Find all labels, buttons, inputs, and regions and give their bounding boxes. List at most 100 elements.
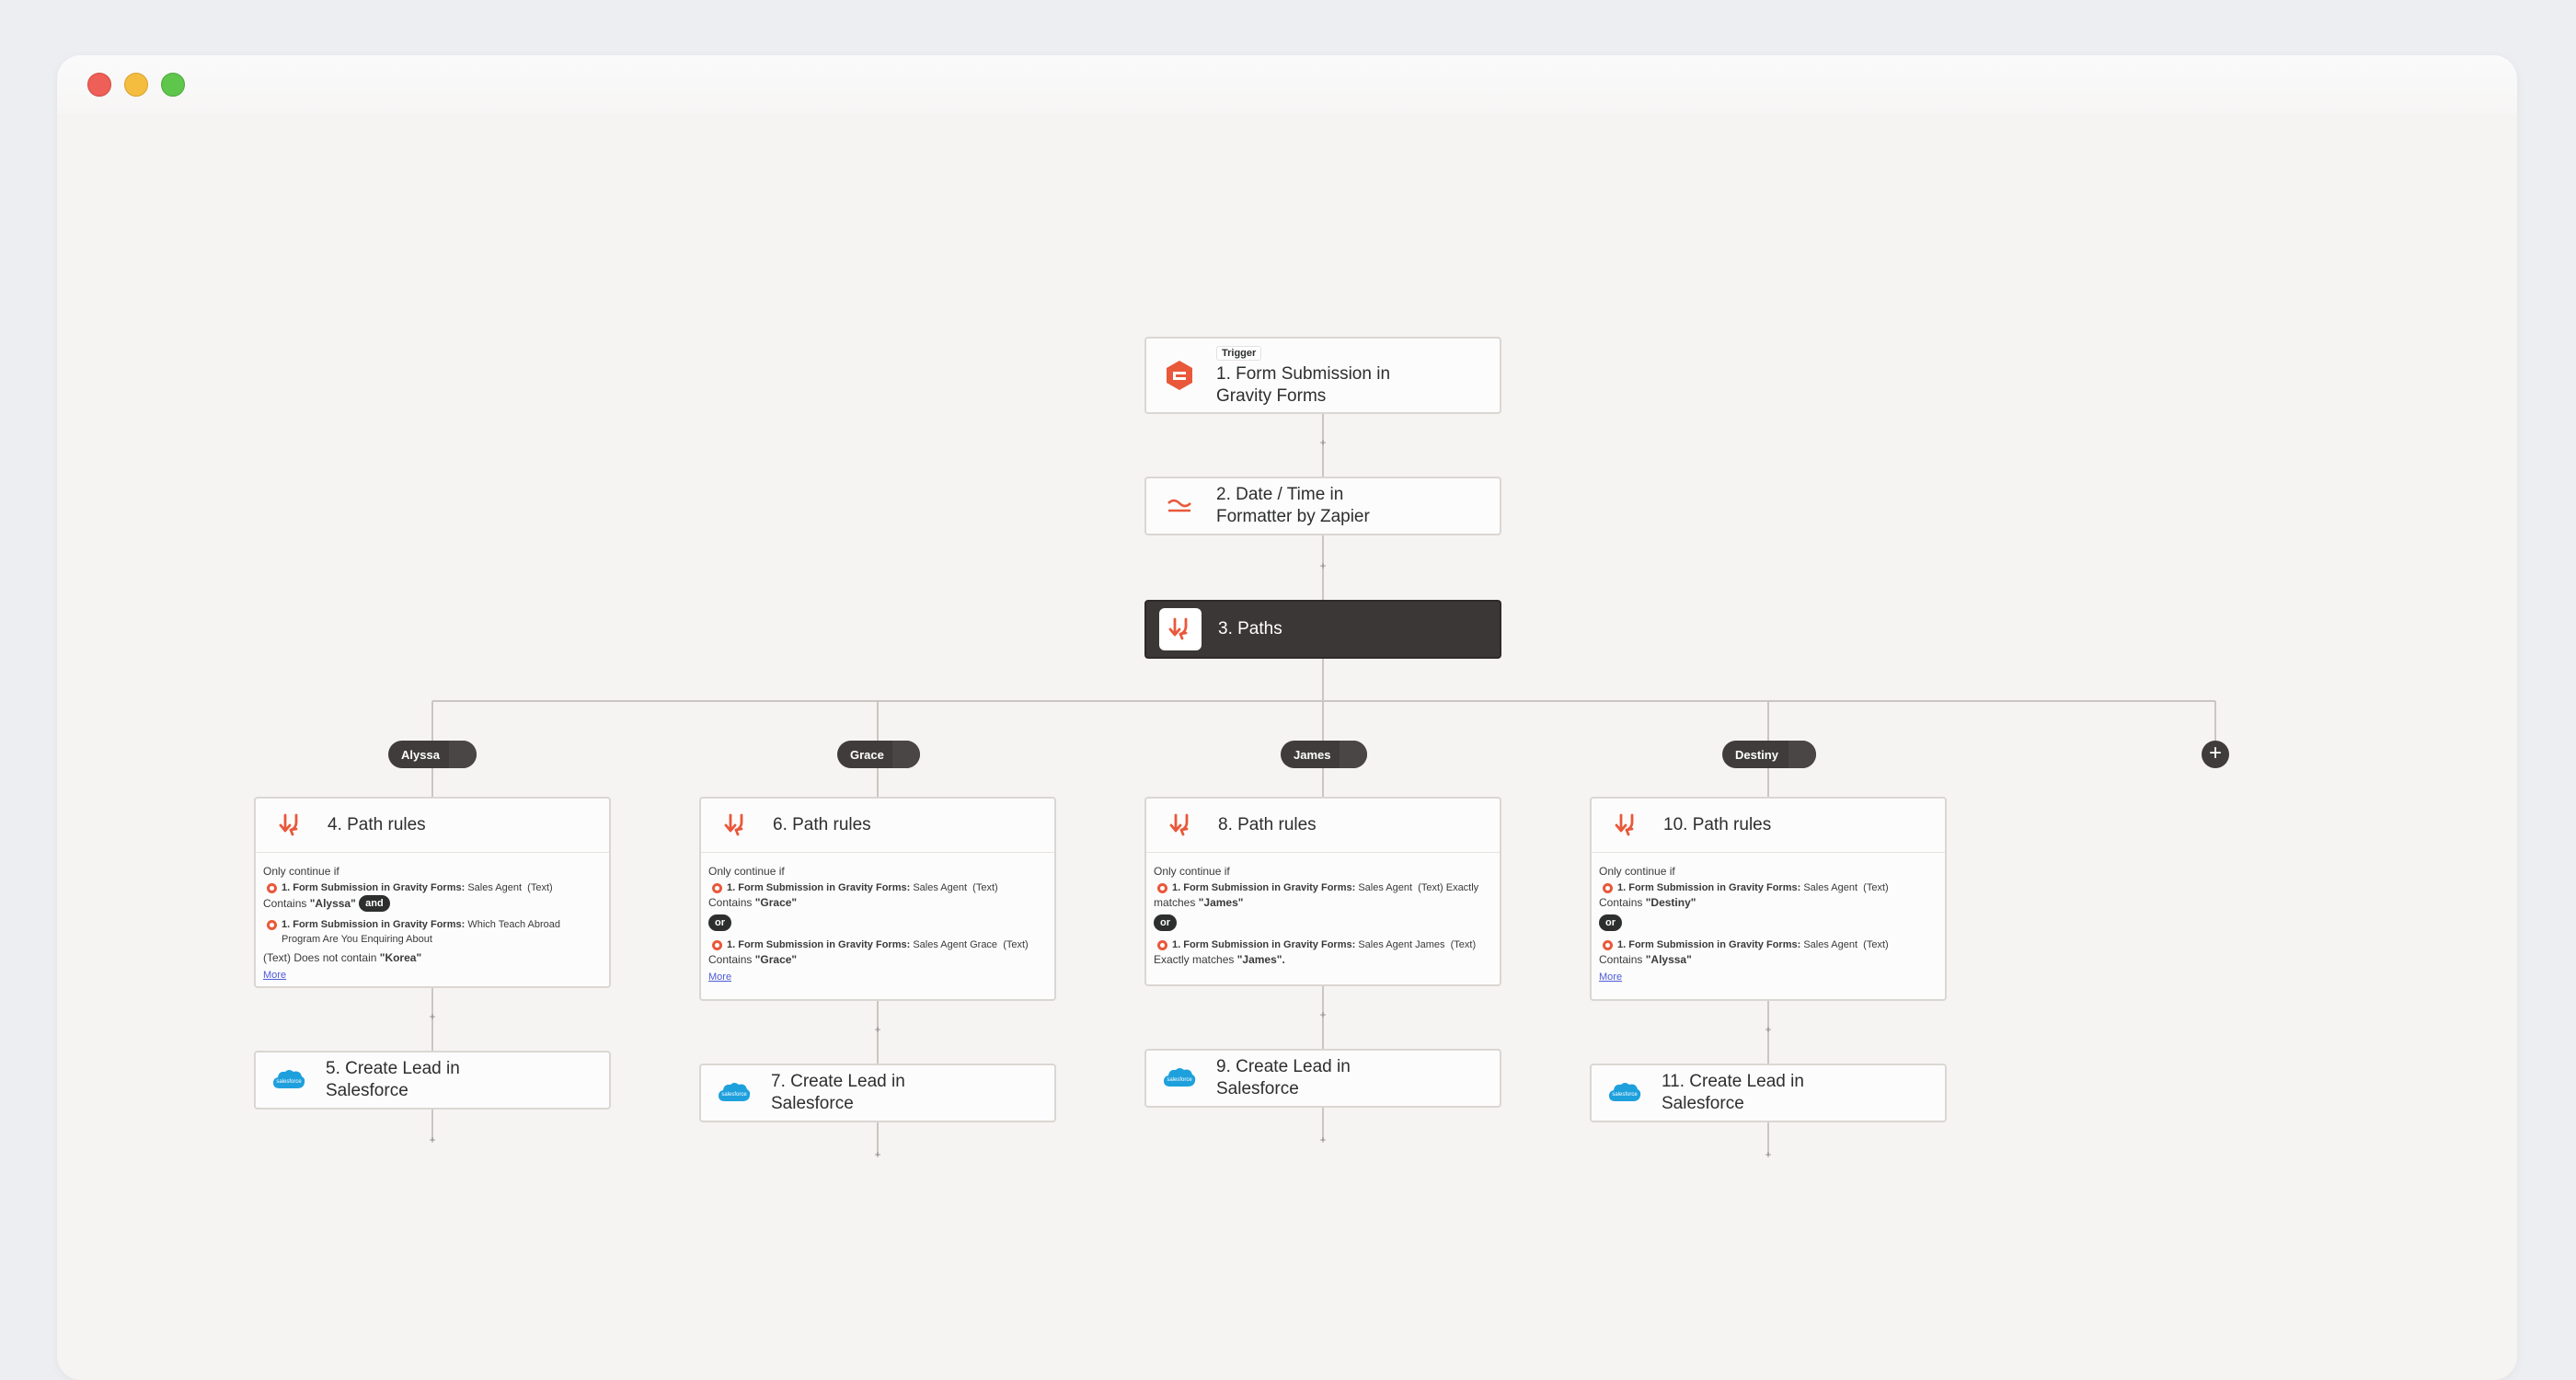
condition-field: Sales Agent James [1358,939,1445,950]
paths-icon [1159,608,1202,650]
step-title: Formatter by Zapier [1216,507,1370,526]
path-name: Grace [850,747,884,762]
add-step-button[interactable]: + [871,1148,884,1161]
condition-value: "Alyssa" [1645,953,1692,966]
step-title: Salesforce [1662,1094,1744,1113]
path-name: James [1294,747,1331,762]
salesforce-icon: salesforce [1159,1058,1200,1098]
add-step-button[interactable]: + [426,1010,439,1023]
step-title: 8. Path rules [1218,815,1317,834]
condition-operator: Contains [1599,896,1643,909]
condition-field: Sales Agent Grace [913,939,998,950]
condition-type: (Text) [1863,939,1889,950]
gravity-forms-icon [267,919,277,930]
and-operator: and [359,895,390,912]
path-name: Destiny [1735,747,1778,762]
condition-operator: Does not contain [293,951,377,964]
add-step-button[interactable]: + [1762,1148,1775,1161]
step-title: 11. Create Lead in [1662,1072,1804,1091]
salesforce-step[interactable]: salesforce 7. Create Lead in Salesforce [699,1064,1056,1122]
step-title: 5. Create Lead in [326,1059,460,1078]
condition-operator: Contains [708,953,753,966]
condition-source: 1. Form Submission in Gravity Forms: [727,882,911,893]
step-title: Salesforce [1216,1079,1299,1098]
path-rules-card[interactable]: 8. Path rules Only continue if 1. Form S… [1144,797,1501,986]
more-link[interactable]: More [263,968,602,983]
gravity-forms-icon [1603,882,1613,893]
step-title: 9. Create Lead in [1216,1057,1351,1076]
step-title: 3. Paths [1218,619,1282,638]
condition-operator: Contains [263,897,307,910]
salesforce-icon: salesforce [714,1073,754,1113]
condition-type: (Text) [1863,882,1889,893]
condition-field: Sales Agent [1803,882,1858,893]
salesforce-step[interactable]: salesforce 11. Create Lead in Salesforce [1590,1064,1947,1122]
path-rules-card[interactable]: 4. Path rules Only continue if 1. Form S… [254,797,611,988]
gravity-forms-icon [1603,939,1613,950]
connector-lines [431,412,2216,1156]
path-rules-card[interactable]: 6. Path rules Only continue if 1. Form S… [699,797,1056,1001]
step-title: 7. Create Lead in [771,1072,905,1091]
path-pill-james[interactable]: James [1281,741,1367,768]
step-title: 1. Form Submission in [1216,363,1391,384]
more-link[interactable]: More [708,970,1047,984]
condition-source: 1. Form Submission in Gravity Forms: [727,939,911,950]
paths-step[interactable]: 3. Paths [1144,600,1501,659]
condition-source: 1. Form Submission in Gravity Forms: [1617,882,1801,893]
path-pill-alyssa[interactable]: Alyssa [388,741,477,768]
condition-field: Sales Agent [1358,882,1413,893]
step-title: Gravity Forms [1216,385,1327,406]
gravity-forms-icon [1157,882,1167,893]
add-step-button[interactable]: + [1317,1133,1329,1146]
add-step-button[interactable]: + [1762,1023,1775,1036]
zap-canvas[interactable]: + + + + + + + + + + Trigger 1. Form Subm… [57,55,2517,1380]
condition-type: (Text) [1450,939,1477,950]
step-title: 6. Path rules [773,815,871,834]
condition-value: "Alyssa" [309,897,356,910]
add-step-button[interactable]: + [1317,1008,1329,1021]
svg-text:salesforce: salesforce [1612,1092,1638,1098]
path-pill-destiny[interactable]: Destiny [1722,741,1816,768]
only-continue-label: Only continue if [1599,865,1675,878]
app-window: + + + + + + + + + + Trigger 1. Form Subm… [57,55,2517,1380]
paths-icon [270,805,311,845]
more-link[interactable]: More [1599,970,1938,984]
trigger-badge: Trigger [1216,345,1262,361]
step-title: 2. Date / Time in [1216,485,1344,504]
only-continue-label: Only continue if [263,865,339,878]
add-step-button[interactable]: + [1317,436,1329,449]
only-continue-label: Only continue if [1154,865,1230,878]
salesforce-step[interactable]: salesforce 9. Create Lead in Salesforce [1144,1049,1501,1108]
svg-text:salesforce: salesforce [721,1092,747,1098]
step-title: Salesforce [326,1081,408,1100]
add-step-button[interactable]: + [426,1133,439,1146]
add-step-button[interactable]: + [1317,559,1329,572]
condition-field: Program Are You Enquiring About [282,934,432,945]
condition-operator: Exactly matches [1154,953,1235,966]
condition-field: Sales Agent [1803,939,1858,950]
condition-field: Sales Agent [467,882,523,893]
path-pill-grace[interactable]: Grace [837,741,920,768]
formatter-step[interactable]: 2. Date / Time in Formatter by Zapier [1144,477,1501,535]
gravity-forms-icon [1157,939,1167,950]
paths-icon [1606,805,1647,845]
step-title: 10. Path rules [1663,815,1772,834]
path-name: Alyssa [401,747,440,762]
path-rules-card[interactable]: 10. Path rules Only continue if 1. Form … [1590,797,1947,1001]
add-path-button[interactable]: + [2202,741,2229,768]
add-step-button[interactable]: + [871,1023,884,1036]
paths-icon [716,805,756,845]
condition-value: "Grace" [754,953,798,966]
gravity-forms-icon [1159,355,1200,396]
condition-value: "James". [1236,953,1285,966]
only-continue-label: Only continue if [708,865,785,878]
or-operator: or [708,914,731,931]
gravity-forms-icon [712,939,722,950]
condition-field: Which Teach Abroad [467,919,561,930]
paths-icon [1161,805,1202,845]
svg-text:salesforce: salesforce [276,1079,302,1085]
condition-value: "Korea" [379,951,422,964]
or-operator: or [1599,914,1622,931]
trigger-step[interactable]: Trigger 1. Form Submission in Gravity Fo… [1144,337,1501,414]
salesforce-step[interactable]: salesforce 5. Create Lead in Salesforce [254,1051,611,1110]
